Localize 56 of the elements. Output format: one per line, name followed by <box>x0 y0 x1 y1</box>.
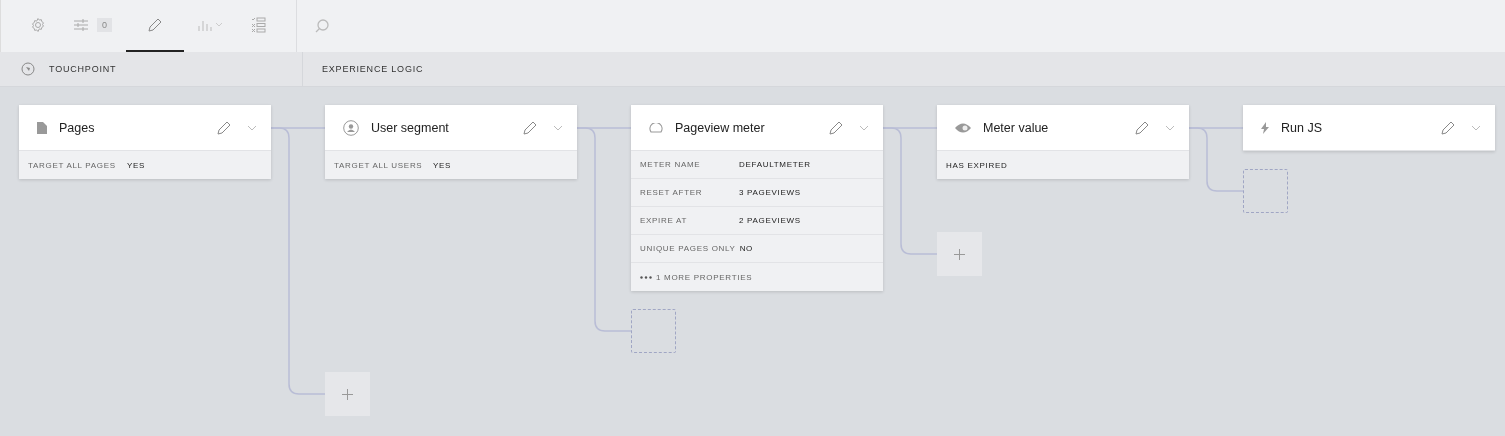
eye-icon <box>955 122 971 133</box>
node-title: Run JS <box>1281 120 1323 135</box>
chevron-down-icon <box>1471 124 1481 131</box>
compass-icon <box>21 62 35 76</box>
ellipsis-icon <box>640 275 652 279</box>
property-label: TARGET ALL USERS <box>334 160 424 170</box>
node-card[interactable]: Pageview meter METER NAME DEFAULTMETER RESET AFTER 3 PAGEVIEWS EXPIRE AT 2 PAGEVIEWS UNIQUE PAGES ONLY NO 1 MORE PROPERTIES <box>631 105 883 291</box>
pencil-icon <box>217 120 231 135</box>
empty-drop-slot[interactable] <box>1243 169 1288 213</box>
property-label: HAS EXPIRED <box>946 160 1009 170</box>
property-label: UNIQUE PAGES ONLY <box>640 244 736 253</box>
node-card[interactable]: User segment TARGET ALL USERS YES <box>325 105 577 179</box>
section-title: TOUCHPOINT <box>49 64 117 74</box>
pencil-icon <box>829 120 843 135</box>
node-card[interactable]: Run JS <box>1243 105 1495 151</box>
property-value: YES <box>433 160 452 170</box>
property-value: NO <box>739 244 754 253</box>
section-title: EXPERIENCE LOGIC <box>322 64 424 74</box>
node-title: Pageview meter <box>675 120 766 135</box>
property-value: DEFAULTMETER <box>739 160 811 169</box>
plus-icon <box>954 248 965 260</box>
pencil-icon <box>523 120 537 135</box>
empty-drop-slot[interactable] <box>631 309 676 353</box>
property-value: 2 PAGEVIEWS <box>739 216 801 225</box>
property-label: RESET AFTER <box>640 188 704 197</box>
search-icon[interactable] <box>315 19 329 33</box>
lightning-icon <box>1261 121 1269 134</box>
node-title: User segment <box>371 120 450 135</box>
property-label: EXPIRE AT <box>640 216 689 225</box>
plus-icon <box>342 388 353 400</box>
pencil-icon <box>1441 120 1455 135</box>
property-value: 3 PAGEVIEWS <box>739 188 801 197</box>
gauge-icon <box>649 122 663 133</box>
chevron-down-icon <box>247 124 257 131</box>
user-icon <box>343 119 359 136</box>
document-icon <box>37 121 47 134</box>
add-node-button[interactable] <box>937 232 982 276</box>
property-value: YES <box>127 160 146 170</box>
add-node-button[interactable] <box>325 372 370 416</box>
pencil-icon <box>1135 120 1149 135</box>
node-card[interactable]: Pages TARGET ALL PAGES YES <box>19 105 271 179</box>
sliders-icon <box>74 19 88 31</box>
chevron-down-icon <box>1165 124 1175 131</box>
property-label: METER NAME <box>640 160 702 169</box>
property-label: TARGET ALL PAGES <box>28 160 117 170</box>
count-badge: 0 <box>97 18 112 32</box>
node-title: Pages <box>59 120 96 135</box>
checklist-icon <box>252 17 266 33</box>
more-properties-link[interactable]: 1 MORE PROPERTIES <box>656 272 753 282</box>
chevron-down-icon <box>859 124 869 131</box>
node-title: Meter value <box>983 120 1050 135</box>
pencil-icon <box>148 18 162 32</box>
bar-chart-icon <box>198 18 224 32</box>
settings-icon <box>30 17 46 33</box>
chevron-down-icon <box>553 124 563 131</box>
node-card[interactable]: Meter value HAS EXPIRED <box>937 105 1189 179</box>
